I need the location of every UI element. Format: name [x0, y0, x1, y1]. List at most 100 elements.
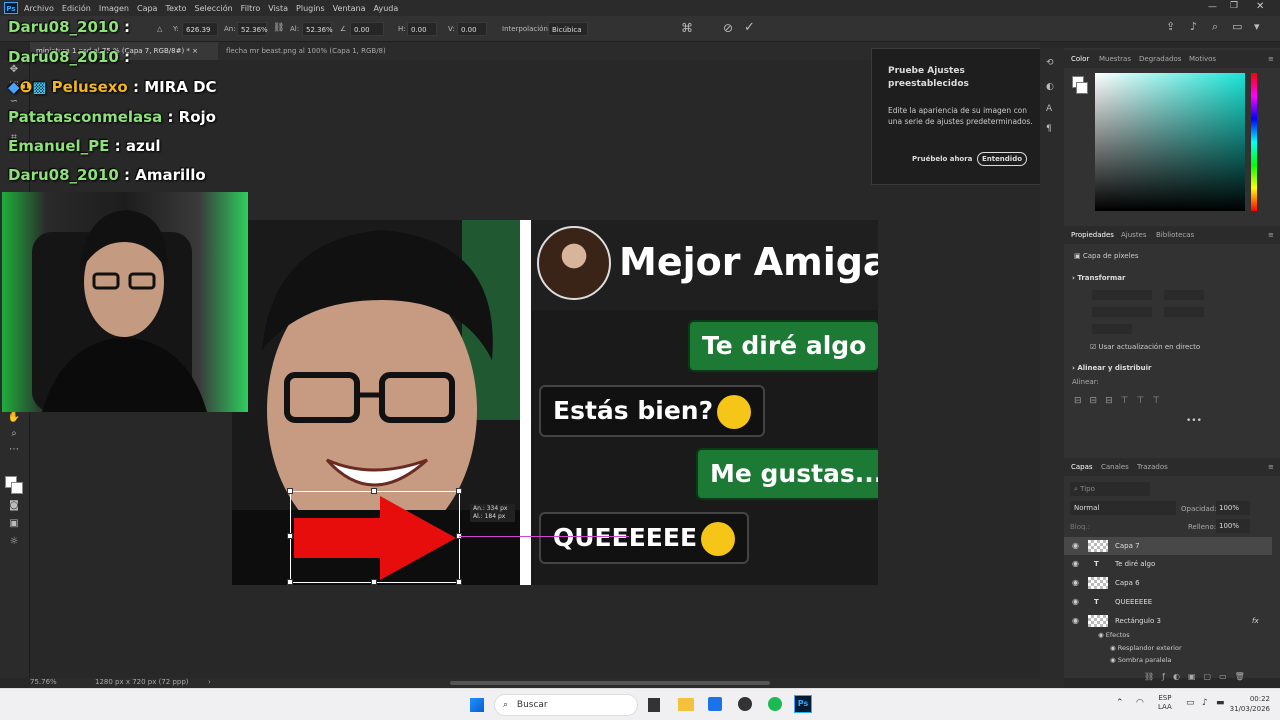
- layer-row[interactable]: ◉ Rectángulo 3 fx: [1064, 612, 1272, 630]
- menu-seleccion[interactable]: Selección: [195, 4, 233, 13]
- wifi-icon[interactable]: ◠: [1136, 698, 1144, 708]
- transform-handle[interactable]: [456, 579, 462, 585]
- layer-actions[interactable]: ⛓ƒ◐▣▢▭🗑: [1144, 672, 1253, 681]
- effect-row[interactable]: ◉ Resplandor exterior: [1110, 644, 1182, 652]
- tab-swatches[interactable]: Muestras: [1099, 55, 1131, 63]
- prop-width-field[interactable]: [1092, 290, 1152, 300]
- panel-menu-icon[interactable]: ≡: [1268, 55, 1274, 63]
- visibility-eye-icon[interactable]: ◉: [1072, 555, 1079, 573]
- menu-plugins[interactable]: Plugins: [296, 4, 325, 13]
- color-field[interactable]: [1095, 73, 1245, 211]
- align-buttons[interactable]: ⊟⊟⊟⊤⊤⊤: [1074, 396, 1168, 406]
- transform-handle[interactable]: [287, 533, 293, 539]
- document-canvas[interactable]: An.: 334 px Al.: 184 px Mejor Amiga Te d…: [232, 220, 878, 585]
- photoshop-taskbar-icon[interactable]: Ps: [794, 695, 812, 713]
- workspace-icon[interactable]: ▭: [1232, 20, 1242, 33]
- history-icon[interactable]: ⟲: [1046, 58, 1054, 68]
- tab-paths[interactable]: Trazados: [1137, 463, 1168, 471]
- fill-field[interactable]: 100%: [1216, 519, 1250, 533]
- layer-row[interactable]: ◉ Capa 7: [1064, 537, 1272, 555]
- transform-section[interactable]: › Transformar: [1072, 274, 1125, 282]
- prop-y-field[interactable]: [1164, 307, 1204, 317]
- cancel-transform-icon[interactable]: ⊘: [723, 21, 733, 35]
- prop-angle-field[interactable]: [1092, 324, 1132, 334]
- background-swatch[interactable]: [1076, 82, 1088, 94]
- menu-ventana[interactable]: Ventana: [333, 4, 366, 13]
- panel-menu-icon[interactable]: ≡: [1268, 463, 1274, 471]
- tab-color[interactable]: Color: [1071, 55, 1089, 63]
- visibility-eye-icon[interactable]: ◉: [1072, 574, 1079, 592]
- tab-layers[interactable]: Capas: [1071, 463, 1093, 471]
- more-options-icon[interactable]: •••: [1186, 416, 1202, 426]
- monitor-icon[interactable]: ▭: [1186, 698, 1195, 708]
- h-skew-field[interactable]: 0.00: [407, 22, 437, 36]
- store-icon[interactable]: [708, 697, 722, 711]
- got-it-button[interactable]: Entendido: [977, 152, 1027, 166]
- menu-edicion[interactable]: Edición: [62, 4, 91, 13]
- task-view-icon[interactable]: [648, 698, 660, 712]
- battery-icon[interactable]: ▬: [1216, 698, 1225, 708]
- layer-filter-input[interactable]: ⌕ Tipo: [1070, 482, 1150, 496]
- effects-group[interactable]: ◉ Efectos: [1098, 631, 1130, 639]
- more-tools-icon[interactable]: ⋯: [7, 444, 21, 456]
- generative-icon[interactable]: ☼: [7, 536, 21, 548]
- warp-icon[interactable]: ⌘: [681, 21, 693, 35]
- tab-adjustments[interactable]: Ajustes: [1121, 231, 1147, 239]
- quick-mask-icon[interactable]: ◙: [7, 500, 21, 512]
- hand-tool-icon[interactable]: ✋: [7, 412, 21, 424]
- prop-height-field[interactable]: [1092, 307, 1152, 317]
- character-icon[interactable]: A: [1046, 104, 1052, 114]
- more-icon[interactable]: ▾: [1254, 20, 1260, 33]
- paragraph-icon[interactable]: ¶: [1046, 124, 1052, 134]
- commit-transform-icon[interactable]: ✓: [744, 20, 755, 35]
- tray-chevron-icon[interactable]: ⌃: [1116, 698, 1124, 708]
- menu-ayuda[interactable]: Ayuda: [374, 4, 399, 13]
- spotify-icon[interactable]: [768, 697, 782, 711]
- share-icon[interactable]: ⇪: [1166, 20, 1175, 33]
- transform-handle[interactable]: [287, 488, 293, 494]
- menu-imagen[interactable]: Imagen: [99, 4, 129, 13]
- horizontal-scrollbar[interactable]: [450, 681, 770, 685]
- tab-libraries[interactable]: Bibliotecas: [1156, 231, 1194, 239]
- background-color-swatch[interactable]: [11, 482, 23, 494]
- language-indicator[interactable]: ESP LAA: [1158, 694, 1172, 712]
- windows-start-icon[interactable]: [470, 698, 484, 712]
- transform-handle[interactable]: [456, 488, 462, 494]
- align-section[interactable]: › Alinear y distribuir: [1072, 364, 1152, 372]
- effect-row[interactable]: ◉ Sombra paralela: [1110, 656, 1171, 664]
- transform-handle[interactable]: [371, 488, 377, 494]
- v-skew-field[interactable]: 0.00: [457, 22, 487, 36]
- layer-row[interactable]: ◉ T Te diré algo: [1064, 555, 1272, 573]
- screen-mode-icon[interactable]: ▣: [7, 518, 21, 530]
- live-update-checkbox[interactable]: ☑ Usar actualización en directo: [1090, 343, 1200, 351]
- zoom-level[interactable]: 75.76%: [30, 678, 57, 686]
- file-explorer-icon[interactable]: [678, 698, 694, 711]
- visibility-eye-icon[interactable]: ◉: [1072, 612, 1079, 630]
- visibility-eye-icon[interactable]: ◉: [1072, 537, 1079, 555]
- menu-capa[interactable]: Capa: [137, 4, 157, 13]
- transform-handle[interactable]: [287, 579, 293, 585]
- transform-handle[interactable]: [371, 579, 377, 585]
- blend-mode-select[interactable]: Normal: [1070, 501, 1176, 515]
- tab-gradients[interactable]: Degradados: [1139, 55, 1181, 63]
- clock[interactable]: 00:22 31/03/2026: [1226, 694, 1270, 714]
- menu-texto[interactable]: Texto: [165, 4, 186, 13]
- menu-filtro[interactable]: Filtro: [241, 4, 261, 13]
- visibility-eye-icon[interactable]: ◉: [1072, 593, 1079, 611]
- obs-icon[interactable]: [738, 697, 752, 711]
- minimize-icon[interactable]: —: [1208, 2, 1217, 12]
- zoom-tool-icon[interactable]: ⌕: [7, 428, 21, 440]
- layer-row[interactable]: ◉ T QUEEEEEE: [1064, 593, 1272, 611]
- opacity-field[interactable]: 100%: [1216, 501, 1250, 515]
- fx-icon[interactable]: fx: [1252, 612, 1259, 630]
- volume-icon[interactable]: ♪: [1202, 698, 1208, 708]
- tab-channels[interactable]: Canales: [1101, 463, 1129, 471]
- taskbar-search[interactable]: ⌕ Buscar: [494, 694, 638, 716]
- hue-slider[interactable]: [1251, 73, 1257, 211]
- status-arrow-icon[interactable]: ›: [208, 678, 211, 686]
- tab-properties[interactable]: Propiedades: [1071, 231, 1114, 239]
- transform-bounding-box[interactable]: [290, 491, 460, 583]
- interpolation-select[interactable]: Bicúbica: [548, 22, 588, 36]
- rotate-field[interactable]: 0.00: [350, 22, 384, 36]
- maximize-icon[interactable]: ❐: [1230, 1, 1238, 11]
